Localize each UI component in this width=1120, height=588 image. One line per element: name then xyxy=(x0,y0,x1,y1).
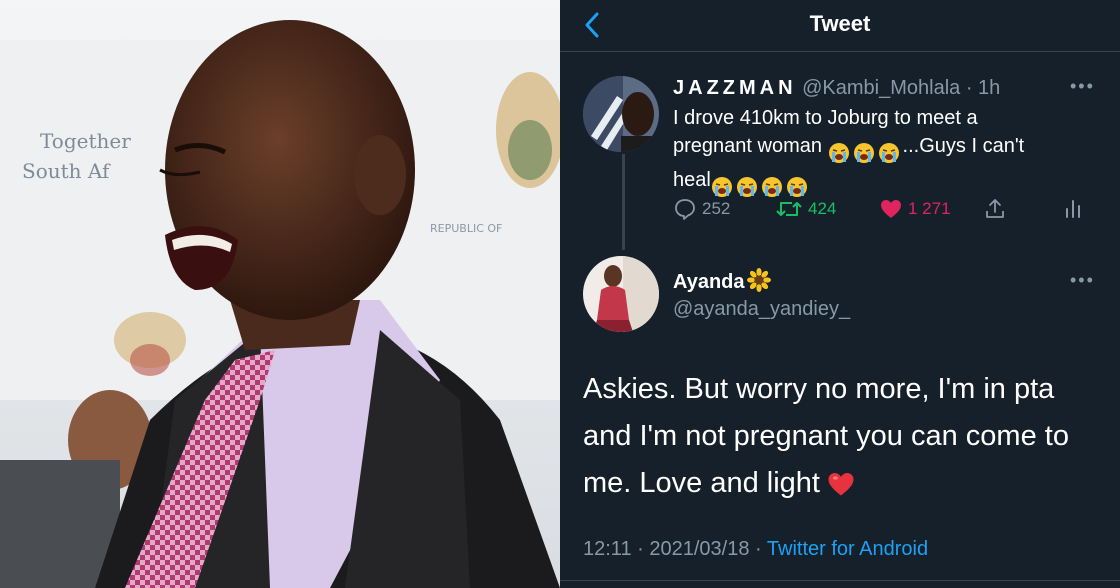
page-title: Tweet xyxy=(809,11,871,36)
reply-button[interactable]: 252 xyxy=(673,197,730,221)
news-photo: Together South Af REPUBLIC OF xyxy=(0,0,560,588)
loudly-crying-face-icon xyxy=(828,142,849,163)
main-display-name[interactable]: Ayanda xyxy=(673,271,745,293)
retweet-button[interactable]: 424 xyxy=(775,197,836,221)
red-heart-icon xyxy=(828,473,854,496)
reply-count: 252 xyxy=(702,199,731,218)
reply-text-line1: I drove 410km to Joburg to meet a xyxy=(673,107,978,129)
analytics-button[interactable] xyxy=(1061,197,1090,221)
avatar-jazzman[interactable] xyxy=(583,76,659,152)
svg-text:South Af: South Af xyxy=(22,159,111,183)
reply-time: · 1h xyxy=(965,77,1001,99)
divider xyxy=(560,580,1120,581)
more-horizontal-icon: ••• xyxy=(1070,270,1095,290)
reply-text-line2-start: pregnant woman xyxy=(673,135,828,157)
main-handle[interactable]: @ayanda_yandiey_ xyxy=(673,298,850,321)
avatar-jazzman-image xyxy=(583,76,659,152)
loudly-crying-face-icon xyxy=(853,142,874,163)
reply-text-line3: heal xyxy=(673,169,711,191)
loudly-crying-face-icon xyxy=(786,176,807,197)
more-horizontal-icon: ••• xyxy=(1070,76,1095,96)
tweet-time: 12:11 xyxy=(583,538,632,560)
loudly-crying-face-icon xyxy=(878,142,899,163)
like-count: 1 271 xyxy=(908,199,951,218)
svg-text:REPUBLIC OF: REPUBLIC OF xyxy=(430,222,502,235)
loudly-crying-face-icon xyxy=(711,176,732,197)
main-author-row: Ayanda xyxy=(673,268,771,294)
retweet-icon xyxy=(776,202,802,216)
meta-separator: · xyxy=(637,538,644,560)
crying-emoji-group-1 xyxy=(828,138,903,166)
share-button[interactable] xyxy=(983,197,1012,221)
thread-connector-line xyxy=(622,154,625,250)
reply-handle[interactable]: @Kambi_Mohlala xyxy=(802,77,960,99)
tweet-panel: Tweet JAZZMAN @Kambi_Mohlala · 1h ••• I … xyxy=(560,0,1120,588)
avatar-ayanda-image xyxy=(583,256,659,332)
svg-text:Together: Together xyxy=(40,129,131,153)
meta-separator: · xyxy=(755,538,762,560)
analytics-icon xyxy=(1066,200,1080,218)
reply-display-name[interactable]: JAZZMAN xyxy=(673,77,797,99)
share-icon xyxy=(986,199,1004,218)
like-button[interactable]: 1 271 xyxy=(879,197,951,221)
comment-icon xyxy=(675,199,695,220)
avatar-ayanda[interactable] xyxy=(583,256,659,332)
tweet-meta: 12:11 · 2021/03/18 · Twitter for Android xyxy=(583,538,928,561)
main-more-button[interactable]: ••• xyxy=(1070,270,1095,291)
main-tweet-text: Askies. But worry no more, I'm in pta an… xyxy=(583,366,1103,507)
crying-emoji-group-2 xyxy=(711,172,811,200)
reply-action-bar: 252 424 1 271 xyxy=(673,197,1083,225)
tweet-date: 2021/03/18 xyxy=(649,538,750,560)
reply-author-row: JAZZMAN @Kambi_Mohlala · 1h xyxy=(673,77,1000,100)
heart-filled-icon xyxy=(881,200,901,218)
sunflower-icon xyxy=(746,268,771,292)
tweet-source-link[interactable]: Twitter for Android xyxy=(767,538,928,560)
reply-text-line2-end: ...Guys I can't xyxy=(902,135,1025,157)
laughing-man-photo: Together South Af REPUBLIC OF xyxy=(0,0,560,588)
loudly-crying-face-icon xyxy=(761,176,782,197)
reply-text: I drove 410km to Joburg to meet a pregna… xyxy=(673,104,1103,200)
retweet-count: 424 xyxy=(808,199,837,218)
loudly-crying-face-icon xyxy=(736,176,757,197)
top-nav-bar: Tweet xyxy=(560,0,1120,52)
reply-more-button[interactable]: ••• xyxy=(1070,76,1095,97)
